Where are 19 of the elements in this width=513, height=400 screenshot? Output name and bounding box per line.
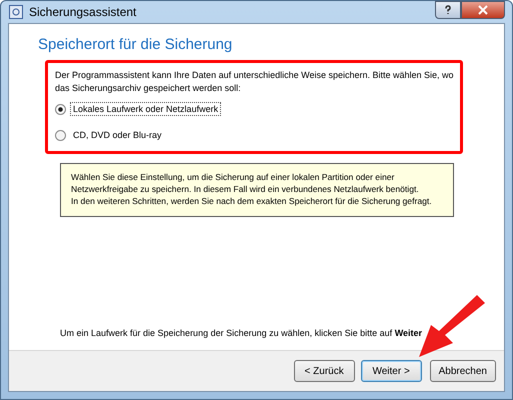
radio-option[interactable]: Lokales Laufwerk oder Netzlaufwerk bbox=[55, 101, 454, 117]
next-button[interactable]: Weiter > bbox=[360, 360, 422, 382]
hint-text: Um ein Laufwerk für die Speicherung der Sicherung zu wählen, klicken Sie bitte auf Weiter bbox=[60, 328, 424, 338]
note-text: Wählen Sie diese Einstellung, um die Sicherung auf einer lokalen Partition oder einer bbox=[71, 171, 396, 183]
intro-text: Der Programmassistent kann Ihre Daten auf unterschiedliche Weise speichern. Bitte wählen Sie, wo das Sicherungsarchiv gespeichert werden soll: bbox=[55, 69, 454, 95]
help-button[interactable] bbox=[435, 1, 461, 19]
help-icon bbox=[443, 5, 453, 15]
radio-button[interactable] bbox=[55, 104, 66, 114]
close-icon bbox=[478, 5, 488, 15]
note-text: In den weiteren Schritten, werden Sie nach dem exakten Speicherort für die Sicherung gefragt. bbox=[71, 195, 433, 207]
cancel-button[interactable]: Abbrechen bbox=[430, 360, 496, 382]
back-button[interactable]: < Zurück bbox=[294, 360, 355, 382]
page-heading: Speicherort für die Sicherung bbox=[38, 36, 234, 53]
window-title: Sicherungsassistent bbox=[29, 5, 136, 19]
radio-option[interactable]: CD, DVD oder Blu-ray bbox=[55, 127, 454, 143]
window-app-icon bbox=[9, 5, 23, 19]
radio-button[interactable] bbox=[55, 130, 66, 140]
close-button[interactable] bbox=[461, 1, 505, 19]
note-text: Netzwerkfreigabe zu speichern. In diesem Fall wird ein verbundenes Netzlaufwerk benötigt. bbox=[71, 183, 420, 195]
